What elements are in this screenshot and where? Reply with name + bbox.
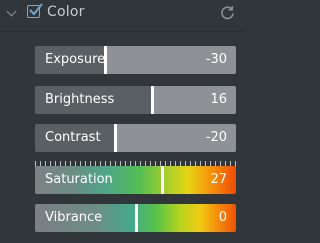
color-panel: Color Exposure -30 Brightness 16 Contras… [0,0,243,243]
slider-label: Contrast [45,130,101,145]
chevron-down-icon[interactable] [6,6,17,17]
brightness-slider[interactable]: Brightness 16 [35,86,236,114]
slider-handle[interactable] [160,166,164,194]
slider-value: -20 [205,130,227,145]
slider-value: -30 [205,52,227,67]
panel-header[interactable]: Color [0,0,243,26]
slider-value: 16 [210,92,227,107]
slider-handle[interactable] [114,124,118,152]
contrast-slider[interactable]: Contrast -20 [35,124,236,152]
slider-value: 27 [210,172,227,187]
saturation-slider[interactable]: Saturation 27 [35,166,236,194]
slider-label: Brightness [45,92,115,107]
vibrance-slider[interactable]: Vibrance 0 [35,204,236,232]
slider-handle[interactable] [150,86,154,114]
slider-label: Exposure [45,52,106,67]
enable-checkbox[interactable] [27,3,43,18]
slider-value: 0 [218,210,227,225]
panel-title: Color [47,4,85,20]
refresh-icon[interactable] [220,5,235,20]
exposure-slider[interactable]: Exposure -30 [35,46,236,74]
slider-label: Saturation [45,172,113,187]
header-divider [0,31,243,32]
checkmark-icon [29,3,43,16]
slider-label: Vibrance [45,210,103,225]
slider-handle[interactable] [134,204,138,232]
